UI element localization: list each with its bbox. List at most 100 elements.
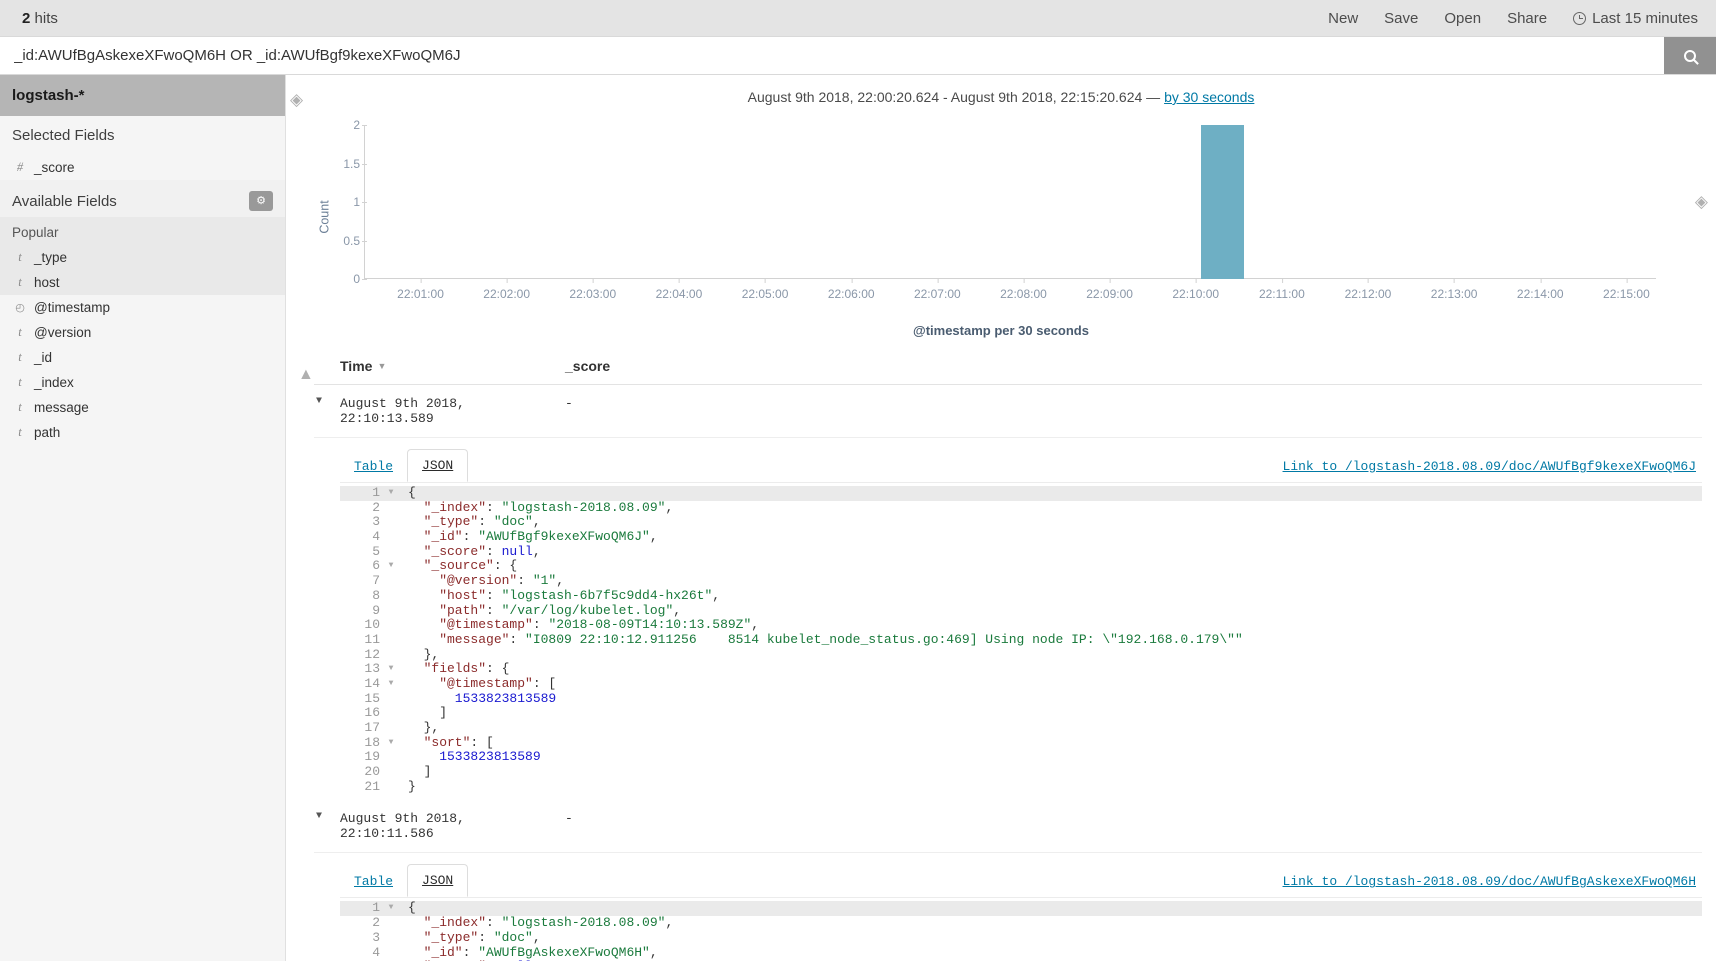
json-line: 14 ▼ "@timestamp": [: [340, 675, 1702, 692]
chart-interval-link[interactable]: by 30 seconds: [1164, 89, 1254, 105]
collapse-right-icon[interactable]: ◈: [1695, 193, 1708, 210]
tab-json[interactable]: JSON: [407, 864, 469, 898]
tab-table[interactable]: Table: [340, 866, 407, 897]
caret-down-icon[interactable]: ▼: [314, 811, 340, 822]
selected-fields-label: Selected Fields: [12, 127, 115, 144]
available-fields-list: ◴ @timestamp t @version t _id t _index t message t…: [0, 295, 285, 445]
popular-field-type[interactable]: t _type: [0, 245, 285, 270]
json-line: 11 "message": "I0809 22:10:12.911256 851…: [340, 631, 1702, 648]
time-column-header[interactable]: Time ▼: [340, 358, 565, 374]
line-number: 14: [364, 675, 380, 691]
chart-x-axis-title: @timestamp per 30 seconds: [913, 323, 1089, 338]
json-line: 16 ]: [340, 705, 1702, 721]
chart-y-tick: 1: [353, 195, 367, 209]
json-line: 13 ▼ "fields": {: [340, 661, 1702, 677]
available-field-index[interactable]: t _index: [0, 370, 285, 395]
table-row: ▼ August 9th 2018, 22:10:11.586 -: [314, 800, 1702, 854]
json-line: 20 ]: [340, 764, 1702, 780]
line-number: 16: [364, 705, 380, 721]
json-line-text: "@timestamp": "2018-08-09T14:10:13.589Z"…: [408, 617, 760, 633]
line-number: 3: [372, 929, 380, 945]
string-field-type-icon: t: [18, 350, 22, 364]
json-line: 2 "_index": "logstash-2018.08.09",: [340, 915, 1702, 931]
document-score: -: [565, 811, 573, 827]
available-field-message[interactable]: t message: [0, 395, 285, 420]
time-column-label: Time: [340, 358, 373, 374]
field-settings-button[interactable]: ⚙: [249, 191, 273, 211]
json-line: 17 },: [340, 720, 1702, 736]
chart-x-tick: 22:14:00: [1516, 278, 1564, 301]
json-line-text: }: [408, 778, 416, 794]
search-submit-button[interactable]: [1664, 37, 1716, 74]
json-line: 1 ▼ {: [340, 485, 1702, 501]
clock-icon: [1573, 11, 1587, 25]
line-number: 10: [364, 617, 380, 633]
chart-x-tick: 22:06:00: [827, 278, 875, 301]
document-detail: Table JSON Link to /logstash-2018.08.09/do…: [314, 863, 1702, 961]
popular-field-host[interactable]: t host: [0, 270, 285, 295]
json-line-text: "path": "/var/log/kubelet.log",: [408, 602, 682, 618]
collapse-sidebar-icon[interactable]: ◈: [290, 91, 303, 108]
fold-toggle-icon[interactable]: ▼: [384, 559, 398, 574]
json-viewer: 1 ▼{2 "_index": "logstash-2018.08.09", 3 "…: [340, 897, 1702, 961]
available-field-version[interactable]: t @version: [0, 320, 285, 345]
selected-fields-list: # _score: [0, 155, 285, 180]
caret-down-icon[interactable]: ▼: [314, 396, 340, 407]
line-number: 11: [364, 631, 380, 647]
save-button[interactable]: Save: [1384, 10, 1418, 27]
json-line-text: ]: [408, 705, 448, 721]
time-range-picker[interactable]: Last 15 minutes: [1573, 10, 1698, 27]
new-button[interactable]: New: [1328, 10, 1358, 27]
chart-y-tick: 2: [353, 118, 367, 132]
chart-x-tick: 22:08:00: [1000, 278, 1047, 301]
search-icon: [1684, 49, 1696, 62]
json-line-text: ]: [408, 764, 432, 780]
popular-fields-section: Popular t _type t host: [0, 217, 285, 295]
histogram-bar[interactable]: [1201, 125, 1245, 279]
open-button[interactable]: Open: [1444, 10, 1481, 27]
line-number: 8: [372, 587, 380, 603]
selected-field-score[interactable]: # _score: [0, 155, 285, 180]
document-tabs: Table JSON Link to /logstash-2018.08.09/do…: [340, 863, 1702, 898]
json-line: 10 "@timestamp": "2018-08-09T14:10:13.58…: [340, 617, 1702, 633]
index-pattern-selector[interactable]: logstash-*: [0, 75, 285, 116]
document-tabs: Table JSON Link to /logstash-2018.08.09/do…: [340, 448, 1702, 482]
main-content: ◈ ◈ August 9th 2018, 22:00:20.624 - Augu…: [286, 75, 1716, 961]
fold-toggle-icon[interactable]: ▼: [384, 901, 398, 916]
available-field-path[interactable]: t path: [0, 420, 285, 445]
fold-toggle-icon[interactable]: ▼: [384, 736, 398, 751]
available-fields-label: Available Fields: [12, 192, 117, 210]
json-line-text: },: [408, 720, 440, 735]
chart-collapse-icon[interactable]: ▲: [298, 367, 314, 383]
sidebar: logstash-* Selected Fields # _score Avail…: [0, 75, 286, 961]
search-input[interactable]: [0, 37, 1664, 74]
tab-table[interactable]: Table: [340, 451, 407, 482]
document-permalink[interactable]: Link to /logstash-2018.08.09/doc/AWUfBgA…: [1283, 874, 1702, 897]
available-field-timestamp[interactable]: ◴ @timestamp: [0, 295, 285, 320]
chart-x-tick: 22:10:00: [1172, 278, 1220, 301]
json-line: 9 "path": "/var/log/kubelet.log",: [340, 602, 1702, 619]
available-field-id[interactable]: t _id: [0, 345, 285, 370]
fold-toggle-icon[interactable]: ▼: [384, 677, 398, 692]
line-number: 3: [372, 514, 380, 530]
json-line-text: "_score": null,: [408, 543, 541, 559]
json-line: 18 ▼ "sort": [: [340, 735, 1702, 751]
fold-toggle-icon[interactable]: ▼: [384, 662, 398, 677]
tab-json[interactable]: JSON: [407, 449, 469, 482]
field-name: host: [34, 275, 60, 290]
json-line-text: "message": "I0809 22:10:12.911256 8514 k…: [408, 631, 1243, 647]
share-button[interactable]: Share: [1507, 10, 1547, 27]
sort-desc-icon: ▼: [377, 361, 387, 371]
fold-toggle-icon[interactable]: ▼: [384, 486, 398, 501]
available-fields-header: Available Fields ⚙: [0, 180, 285, 217]
document-permalink[interactable]: Link to /logstash-2018.08.09/doc/AWUfBgf…: [1283, 459, 1702, 482]
top-toolbar-actions: New Save Open Share Last 15 minutes: [1328, 10, 1698, 27]
json-line-text: "@version": "1",: [408, 573, 565, 589]
json-line-text: "_type": "doc",: [408, 514, 541, 530]
json-line-text: 1533823813589: [408, 690, 557, 706]
field-name: @version: [34, 325, 92, 340]
